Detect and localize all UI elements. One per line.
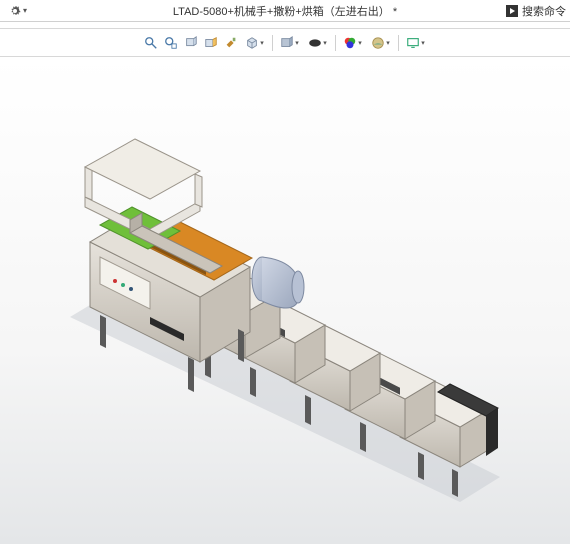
display-style-icon bbox=[280, 36, 294, 50]
monitor-icon bbox=[406, 36, 420, 50]
display-style-button[interactable]: ▾ bbox=[277, 34, 303, 52]
chevron-down-icon: ▾ bbox=[323, 39, 327, 47]
prev-view-icon bbox=[184, 36, 198, 50]
zoom-fit-button[interactable] bbox=[142, 34, 160, 52]
graphics-viewport[interactable] bbox=[0, 57, 570, 544]
chevron-down-icon: ▾ bbox=[260, 39, 264, 47]
view-orientation-button[interactable]: ▾ bbox=[242, 34, 268, 52]
document-title: LTAD-5080+机械手+撒粉+烘箱（左进右出） * bbox=[173, 3, 397, 19]
separator bbox=[335, 35, 336, 51]
chevron-down-icon: ▾ bbox=[386, 39, 390, 47]
gear-icon bbox=[9, 5, 21, 17]
model-render bbox=[0, 57, 570, 544]
paint-icon bbox=[224, 36, 238, 50]
chevron-down-icon: ▾ bbox=[295, 39, 299, 47]
apply-scene-button[interactable]: ▾ bbox=[368, 34, 394, 52]
zoom-area-icon bbox=[164, 36, 178, 50]
dynamic-annotation-button[interactable] bbox=[222, 34, 240, 52]
command-search-button[interactable]: 搜索命令 bbox=[506, 3, 566, 19]
command-search-label: 搜索命令 bbox=[522, 3, 566, 19]
zoom-area-button[interactable] bbox=[162, 34, 180, 52]
prev-view-button[interactable] bbox=[182, 34, 200, 52]
edit-appearance-button[interactable]: ▾ bbox=[340, 34, 366, 52]
zoom-fit-icon bbox=[144, 36, 158, 50]
chevron-down-icon: ▾ bbox=[358, 39, 362, 47]
view-settings-button[interactable]: ▾ bbox=[403, 34, 429, 52]
chevron-down-icon: ▾ bbox=[421, 39, 425, 47]
title-bar: ▾ LTAD-5080+机械手+撒粉+烘箱（左进右出） * 搜索命令 bbox=[0, 0, 570, 22]
view-toolbar: ▾ ▾ ▾ ▾ ▾ ▾ bbox=[0, 29, 570, 57]
colorwheel-icon bbox=[343, 36, 357, 50]
scene-icon bbox=[371, 36, 385, 50]
section-view-button[interactable] bbox=[202, 34, 220, 52]
hide-show-button[interactable]: ▾ bbox=[305, 34, 331, 52]
play-icon bbox=[506, 5, 518, 17]
view-orientation-icon bbox=[245, 36, 259, 50]
section-view-icon bbox=[204, 36, 218, 50]
separator bbox=[272, 35, 273, 51]
eye-icon bbox=[308, 36, 322, 50]
chevron-down-icon: ▾ bbox=[23, 6, 27, 15]
settings-button[interactable]: ▾ bbox=[4, 2, 32, 20]
separator bbox=[398, 35, 399, 51]
